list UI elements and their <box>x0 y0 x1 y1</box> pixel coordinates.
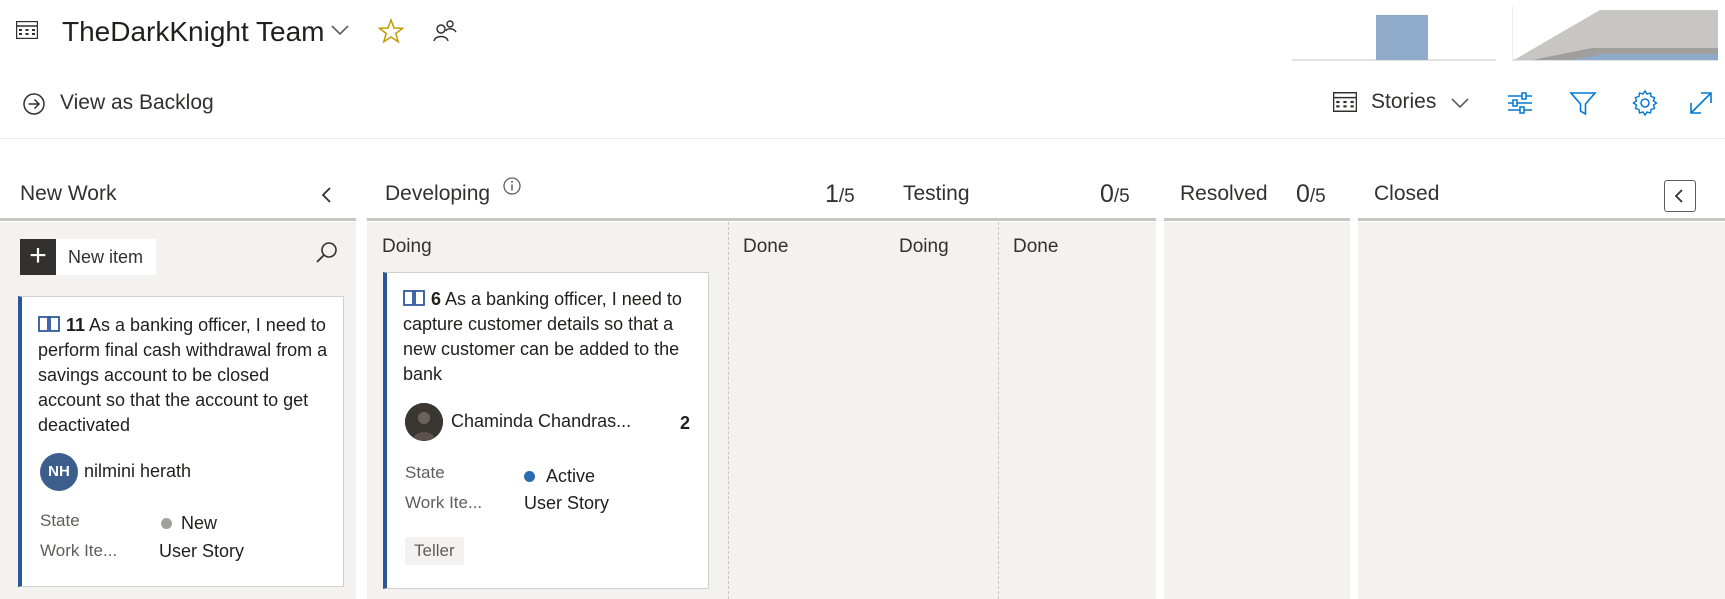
book-icon <box>403 290 425 306</box>
column-wip-resolved: 0/5 <box>1296 180 1326 209</box>
state-value[interactable]: New <box>181 513 217 534</box>
arrow-circle-right-icon <box>23 93 45 115</box>
work-item-id: 11 <box>66 315 86 335</box>
velocity-mini-chart[interactable] <box>1512 4 1718 62</box>
avatar: NH <box>40 453 78 491</box>
work-item-type-value: User Story <box>159 541 245 561</box>
view-as-backlog-label: View as Backlog <box>60 91 214 114</box>
assignee-name[interactable]: nilmini herath <box>84 461 191 482</box>
work-item-type-label: Work Ite... <box>405 493 483 512</box>
work-item-type-label: Work Ite... <box>40 541 118 560</box>
column-underline-resolved <box>1164 218 1350 221</box>
sub-column-testing-done: Done <box>1013 236 1059 257</box>
column-underline-developing <box>367 218 886 221</box>
chevron-left-icon <box>1674 189 1683 203</box>
wip-limit: /5 <box>838 186 855 207</box>
column-body-testing <box>886 222 1156 599</box>
wip-count: 0 <box>1100 180 1114 208</box>
board-icon <box>1333 92 1357 112</box>
backlog-level-label: Stories <box>1371 90 1437 113</box>
column-title-closed: Closed <box>1374 182 1440 205</box>
new-item-label: New item <box>68 247 144 267</box>
column-underline-closed <box>1358 218 1725 221</box>
card-title[interactable]: 11 As a banking officer, I need to perfor… <box>38 313 336 438</box>
work-item-card-6[interactable]: 6 As a banking officer, I need to capture… <box>383 272 709 589</box>
book-icon <box>38 316 60 332</box>
board-icon <box>16 21 38 39</box>
chevron-left-icon[interactable] <box>316 184 338 206</box>
wip-limit: /5 <box>1113 186 1130 207</box>
expand-icon[interactable] <box>1686 88 1716 118</box>
column-body-resolved <box>1164 222 1350 599</box>
search-icon[interactable] <box>314 240 340 266</box>
column-title-developing: Developing <box>385 182 491 205</box>
work-item-card-11[interactable]: 11 As a banking officer, I need to perfor… <box>18 296 344 587</box>
cumulative-flow-mini-chart[interactable] <box>1292 6 1496 62</box>
column-underline-testing <box>886 218 1156 221</box>
tag-teller[interactable]: Teller <box>405 537 464 565</box>
gear-icon[interactable] <box>1630 88 1660 118</box>
assignee-name[interactable]: Chaminda Chandras... <box>451 411 631 432</box>
star-icon[interactable] <box>378 18 404 44</box>
sub-column-testing-doing: Doing <box>899 236 949 257</box>
chevron-down-icon <box>1451 98 1469 109</box>
state-value[interactable]: Active <box>546 466 595 487</box>
people-icon[interactable] <box>432 18 458 44</box>
avatar <box>405 403 443 441</box>
chevron-down-icon[interactable] <box>330 23 350 37</box>
work-item-type-value: User Story <box>524 493 610 513</box>
work-item-title: As a banking officer, I need to capture … <box>403 289 682 384</box>
state-label: State <box>405 463 445 482</box>
story-points: 2 <box>680 413 691 433</box>
state-dot <box>161 518 172 529</box>
column-wip-testing: 0/5 <box>1100 180 1130 209</box>
info-icon[interactable] <box>502 176 522 196</box>
column-underline-new-work <box>0 218 356 221</box>
new-item-button[interactable]: + New item <box>20 239 156 275</box>
state-label: State <box>40 511 80 530</box>
sub-column-divider <box>998 222 999 599</box>
sub-column-divider <box>728 222 729 599</box>
card-title[interactable]: 6 As a banking officer, I need to capture… <box>403 287 701 387</box>
wip-limit: /5 <box>1309 186 1326 207</box>
column-title-resolved: Resolved <box>1180 182 1268 205</box>
filter-icon[interactable] <box>1568 88 1598 118</box>
header-divider <box>0 138 1725 139</box>
collapse-column-button[interactable] <box>1664 180 1696 212</box>
work-item-id: 6 <box>431 289 442 309</box>
column-title-new-work: New Work <box>20 182 117 205</box>
team-name[interactable]: TheDarkKnight Team <box>62 16 325 48</box>
sub-column-developing-doing: Doing <box>382 236 432 257</box>
sub-column-developing-done: Done <box>743 236 789 257</box>
wip-count: 0 <box>1296 180 1310 208</box>
wip-count: 1 <box>825 180 839 208</box>
settings-sliders-icon[interactable] <box>1505 88 1535 118</box>
column-title-testing: Testing <box>903 182 970 205</box>
column-body-closed <box>1358 222 1725 599</box>
column-wip-developing: 1/5 <box>825 180 855 209</box>
state-dot <box>524 471 535 482</box>
person-photo-icon <box>405 403 443 441</box>
plus-icon: + <box>20 239 56 275</box>
